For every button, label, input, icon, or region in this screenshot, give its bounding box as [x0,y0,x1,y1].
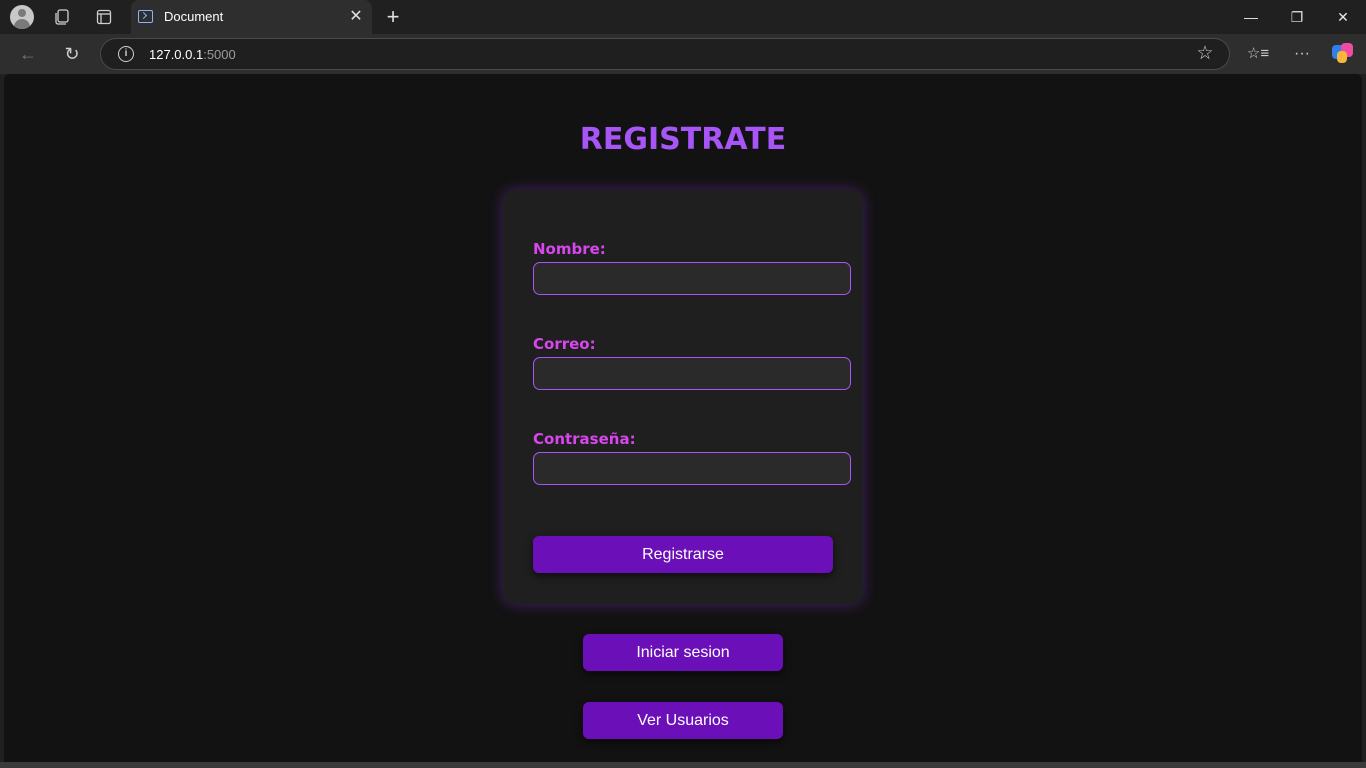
page-title: REGISTRATE [579,122,787,157]
url-host: 127.0.0.1 [149,47,204,62]
restore-icon[interactable]: ❐ [1274,0,1320,34]
browser-toolbar: ← ↻ i 127.0.0.1:5000 ☆ ☆≡ ··· [0,34,1366,74]
name-input[interactable] [533,262,851,295]
page-favicon-icon [138,10,153,23]
login-button[interactable]: Iniciar sesion [583,634,783,671]
name-label: Nombre: [533,240,606,258]
browser-tab-active[interactable]: Document ✕ [131,0,372,34]
close-window-icon[interactable]: ✕ [1320,0,1366,34]
more-options-icon[interactable]: ··· [1288,40,1316,68]
copilot-icon[interactable] [1332,43,1354,65]
favorites-icon[interactable]: ☆≡ [1244,40,1272,68]
window-bottom-edge [0,762,1366,768]
tab-title: Document [164,9,224,24]
profile-avatar-icon[interactable] [10,5,34,29]
close-tab-icon[interactable]: ✕ [347,7,365,27]
minimize-icon[interactable]: — [1228,0,1274,34]
new-tab-icon[interactable]: + [381,4,405,30]
tab-actions-icon[interactable] [92,5,116,29]
url-port: :5000 [203,47,236,62]
email-label: Correo: [533,335,596,353]
register-form: Nombre: Correo: Contraseña: Registrarse [503,190,863,604]
favorite-star-icon[interactable]: ☆ [1193,42,1217,66]
password-label: Contraseña: [533,430,636,448]
password-input[interactable] [533,452,851,485]
address-bar[interactable]: i 127.0.0.1:5000 ☆ [100,38,1230,70]
workspaces-icon[interactable] [50,5,74,29]
page-viewport: REGISTRATE Nombre: Correo: Contraseña: R… [4,74,1362,762]
url-text: 127.0.0.1:5000 [149,47,236,62]
refresh-icon[interactable]: ↻ [58,40,86,68]
email-input[interactable] [533,357,851,390]
back-icon[interactable]: ← [14,40,42,68]
site-info-icon[interactable]: i [118,46,134,62]
view-users-button[interactable]: Ver Usuarios [583,702,783,739]
browser-title-bar: Document ✕ + — ❐ ✕ [0,0,1366,34]
register-button[interactable]: Registrarse [533,536,833,573]
